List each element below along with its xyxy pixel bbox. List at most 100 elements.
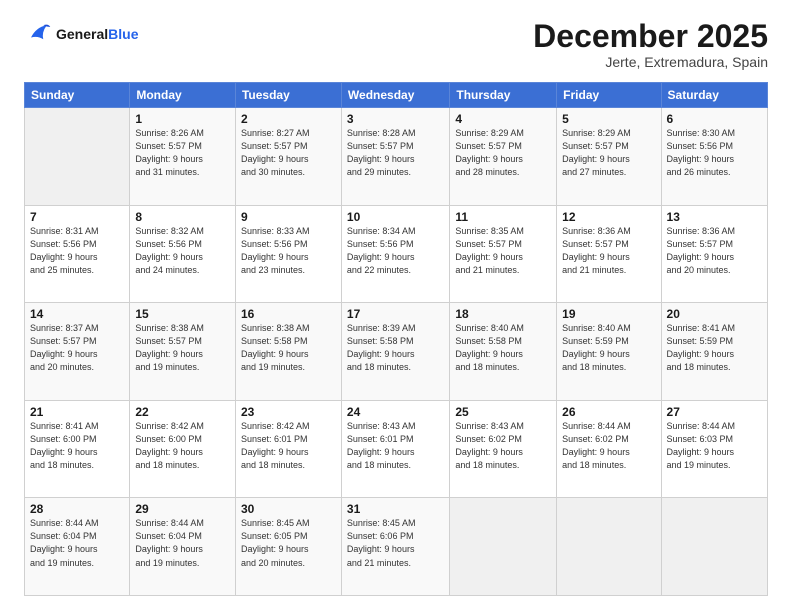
day-number: 15 bbox=[135, 307, 230, 321]
logo-text: GeneralBlue bbox=[56, 26, 138, 42]
day-info: Sunrise: 8:39 AM Sunset: 5:58 PM Dayligh… bbox=[347, 322, 444, 374]
day-info: Sunrise: 8:29 AM Sunset: 5:57 PM Dayligh… bbox=[562, 127, 655, 179]
calendar-cell: 6Sunrise: 8:30 AM Sunset: 5:56 PM Daylig… bbox=[661, 108, 767, 206]
day-info: Sunrise: 8:30 AM Sunset: 5:56 PM Dayligh… bbox=[667, 127, 762, 179]
calendar-week-4: 21Sunrise: 8:41 AM Sunset: 6:00 PM Dayli… bbox=[25, 400, 768, 498]
calendar-cell: 1Sunrise: 8:26 AM Sunset: 5:57 PM Daylig… bbox=[130, 108, 236, 206]
calendar-week-5: 28Sunrise: 8:44 AM Sunset: 6:04 PM Dayli… bbox=[25, 498, 768, 596]
day-number: 13 bbox=[667, 210, 762, 224]
day-info: Sunrise: 8:34 AM Sunset: 5:56 PM Dayligh… bbox=[347, 225, 444, 277]
day-number: 28 bbox=[30, 502, 124, 516]
day-info: Sunrise: 8:45 AM Sunset: 6:05 PM Dayligh… bbox=[241, 517, 336, 569]
weekday-header-saturday: Saturday bbox=[661, 83, 767, 108]
day-number: 12 bbox=[562, 210, 655, 224]
calendar-cell: 22Sunrise: 8:42 AM Sunset: 6:00 PM Dayli… bbox=[130, 400, 236, 498]
day-number: 11 bbox=[455, 210, 551, 224]
day-info: Sunrise: 8:33 AM Sunset: 5:56 PM Dayligh… bbox=[241, 225, 336, 277]
day-number: 5 bbox=[562, 112, 655, 126]
calendar-table: SundayMondayTuesdayWednesdayThursdayFrid… bbox=[24, 82, 768, 596]
day-number: 1 bbox=[135, 112, 230, 126]
calendar-cell: 5Sunrise: 8:29 AM Sunset: 5:57 PM Daylig… bbox=[557, 108, 661, 206]
logo: GeneralBlue bbox=[24, 20, 138, 48]
day-number: 16 bbox=[241, 307, 336, 321]
day-number: 3 bbox=[347, 112, 444, 126]
calendar-week-2: 7Sunrise: 8:31 AM Sunset: 5:56 PM Daylig… bbox=[25, 205, 768, 303]
day-number: 30 bbox=[241, 502, 336, 516]
calendar-cell: 15Sunrise: 8:38 AM Sunset: 5:57 PM Dayli… bbox=[130, 303, 236, 401]
calendar-cell bbox=[450, 498, 557, 596]
day-info: Sunrise: 8:44 AM Sunset: 6:04 PM Dayligh… bbox=[135, 517, 230, 569]
calendar-cell: 3Sunrise: 8:28 AM Sunset: 5:57 PM Daylig… bbox=[341, 108, 449, 206]
page: GeneralBlue December 2025 Jerte, Extrema… bbox=[0, 0, 792, 612]
calendar-cell: 14Sunrise: 8:37 AM Sunset: 5:57 PM Dayli… bbox=[25, 303, 130, 401]
weekday-header-thursday: Thursday bbox=[450, 83, 557, 108]
day-info: Sunrise: 8:41 AM Sunset: 6:00 PM Dayligh… bbox=[30, 420, 124, 472]
weekday-header-tuesday: Tuesday bbox=[235, 83, 341, 108]
calendar-cell: 8Sunrise: 8:32 AM Sunset: 5:56 PM Daylig… bbox=[130, 205, 236, 303]
calendar-cell: 2Sunrise: 8:27 AM Sunset: 5:57 PM Daylig… bbox=[235, 108, 341, 206]
calendar-cell: 17Sunrise: 8:39 AM Sunset: 5:58 PM Dayli… bbox=[341, 303, 449, 401]
calendar-cell: 19Sunrise: 8:40 AM Sunset: 5:59 PM Dayli… bbox=[557, 303, 661, 401]
day-number: 27 bbox=[667, 405, 762, 419]
day-number: 25 bbox=[455, 405, 551, 419]
day-info: Sunrise: 8:26 AM Sunset: 5:57 PM Dayligh… bbox=[135, 127, 230, 179]
day-info: Sunrise: 8:29 AM Sunset: 5:57 PM Dayligh… bbox=[455, 127, 551, 179]
calendar-cell bbox=[25, 108, 130, 206]
calendar-cell bbox=[557, 498, 661, 596]
weekday-header-row: SundayMondayTuesdayWednesdayThursdayFrid… bbox=[25, 83, 768, 108]
logo-icon bbox=[24, 20, 52, 48]
day-info: Sunrise: 8:36 AM Sunset: 5:57 PM Dayligh… bbox=[562, 225, 655, 277]
day-info: Sunrise: 8:38 AM Sunset: 5:58 PM Dayligh… bbox=[241, 322, 336, 374]
day-info: Sunrise: 8:37 AM Sunset: 5:57 PM Dayligh… bbox=[30, 322, 124, 374]
weekday-header-friday: Friday bbox=[557, 83, 661, 108]
calendar-cell: 18Sunrise: 8:40 AM Sunset: 5:58 PM Dayli… bbox=[450, 303, 557, 401]
day-info: Sunrise: 8:32 AM Sunset: 5:56 PM Dayligh… bbox=[135, 225, 230, 277]
calendar-cell: 27Sunrise: 8:44 AM Sunset: 6:03 PM Dayli… bbox=[661, 400, 767, 498]
day-number: 21 bbox=[30, 405, 124, 419]
calendar-cell: 9Sunrise: 8:33 AM Sunset: 5:56 PM Daylig… bbox=[235, 205, 341, 303]
calendar-cell: 20Sunrise: 8:41 AM Sunset: 5:59 PM Dayli… bbox=[661, 303, 767, 401]
calendar-cell: 11Sunrise: 8:35 AM Sunset: 5:57 PM Dayli… bbox=[450, 205, 557, 303]
day-info: Sunrise: 8:35 AM Sunset: 5:57 PM Dayligh… bbox=[455, 225, 551, 277]
day-number: 9 bbox=[241, 210, 336, 224]
day-info: Sunrise: 8:40 AM Sunset: 5:59 PM Dayligh… bbox=[562, 322, 655, 374]
calendar-cell: 13Sunrise: 8:36 AM Sunset: 5:57 PM Dayli… bbox=[661, 205, 767, 303]
day-info: Sunrise: 8:40 AM Sunset: 5:58 PM Dayligh… bbox=[455, 322, 551, 374]
day-number: 6 bbox=[667, 112, 762, 126]
day-number: 4 bbox=[455, 112, 551, 126]
day-number: 10 bbox=[347, 210, 444, 224]
day-info: Sunrise: 8:31 AM Sunset: 5:56 PM Dayligh… bbox=[30, 225, 124, 277]
day-info: Sunrise: 8:42 AM Sunset: 6:01 PM Dayligh… bbox=[241, 420, 336, 472]
day-info: Sunrise: 8:36 AM Sunset: 5:57 PM Dayligh… bbox=[667, 225, 762, 277]
calendar-week-3: 14Sunrise: 8:37 AM Sunset: 5:57 PM Dayli… bbox=[25, 303, 768, 401]
weekday-header-monday: Monday bbox=[130, 83, 236, 108]
calendar-cell: 12Sunrise: 8:36 AM Sunset: 5:57 PM Dayli… bbox=[557, 205, 661, 303]
calendar-cell: 10Sunrise: 8:34 AM Sunset: 5:56 PM Dayli… bbox=[341, 205, 449, 303]
calendar-cell: 24Sunrise: 8:43 AM Sunset: 6:01 PM Dayli… bbox=[341, 400, 449, 498]
day-number: 18 bbox=[455, 307, 551, 321]
day-info: Sunrise: 8:45 AM Sunset: 6:06 PM Dayligh… bbox=[347, 517, 444, 569]
day-number: 24 bbox=[347, 405, 444, 419]
calendar-week-1: 1Sunrise: 8:26 AM Sunset: 5:57 PM Daylig… bbox=[25, 108, 768, 206]
day-info: Sunrise: 8:28 AM Sunset: 5:57 PM Dayligh… bbox=[347, 127, 444, 179]
day-info: Sunrise: 8:43 AM Sunset: 6:01 PM Dayligh… bbox=[347, 420, 444, 472]
day-info: Sunrise: 8:38 AM Sunset: 5:57 PM Dayligh… bbox=[135, 322, 230, 374]
day-number: 14 bbox=[30, 307, 124, 321]
calendar-cell: 23Sunrise: 8:42 AM Sunset: 6:01 PM Dayli… bbox=[235, 400, 341, 498]
day-number: 19 bbox=[562, 307, 655, 321]
day-number: 26 bbox=[562, 405, 655, 419]
day-info: Sunrise: 8:44 AM Sunset: 6:03 PM Dayligh… bbox=[667, 420, 762, 472]
weekday-header-sunday: Sunday bbox=[25, 83, 130, 108]
day-number: 17 bbox=[347, 307, 444, 321]
calendar-cell: 28Sunrise: 8:44 AM Sunset: 6:04 PM Dayli… bbox=[25, 498, 130, 596]
header: GeneralBlue December 2025 Jerte, Extrema… bbox=[24, 20, 768, 70]
day-number: 8 bbox=[135, 210, 230, 224]
calendar-cell: 7Sunrise: 8:31 AM Sunset: 5:56 PM Daylig… bbox=[25, 205, 130, 303]
day-info: Sunrise: 8:41 AM Sunset: 5:59 PM Dayligh… bbox=[667, 322, 762, 374]
calendar-cell: 26Sunrise: 8:44 AM Sunset: 6:02 PM Dayli… bbox=[557, 400, 661, 498]
month-title: December 2025 bbox=[533, 20, 768, 52]
day-info: Sunrise: 8:42 AM Sunset: 6:00 PM Dayligh… bbox=[135, 420, 230, 472]
calendar-cell: 21Sunrise: 8:41 AM Sunset: 6:00 PM Dayli… bbox=[25, 400, 130, 498]
calendar-cell: 30Sunrise: 8:45 AM Sunset: 6:05 PM Dayli… bbox=[235, 498, 341, 596]
day-info: Sunrise: 8:44 AM Sunset: 6:04 PM Dayligh… bbox=[30, 517, 124, 569]
